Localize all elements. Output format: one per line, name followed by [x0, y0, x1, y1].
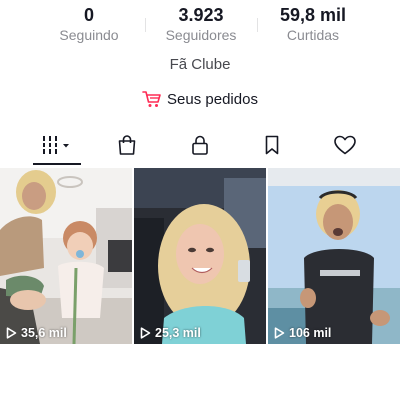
play-icon: [274, 327, 285, 339]
followers-label: Seguidores: [165, 27, 237, 43]
orders-label: Seus pedidos: [167, 90, 258, 108]
video-thumbnail[interactable]: 25,3 mil: [134, 168, 266, 344]
lock-icon: [189, 134, 211, 156]
video-thumbnail[interactable]: 35,6 mil: [0, 168, 132, 344]
tab-saved[interactable]: [242, 126, 302, 164]
likes-stat[interactable]: 59,8 mil Curtidas: [258, 4, 368, 44]
tab-liked[interactable]: [315, 126, 375, 164]
video-grid: 35,6 mil 25,3 mil 106 mil: [0, 168, 400, 344]
view-count: 35,6 mil: [6, 326, 67, 340]
heart-icon: [333, 134, 357, 156]
profile-stats: 0 Seguindo 3.923 Seguidores 59,8 mil Cur…: [0, 4, 400, 44]
view-count-label: 106 mil: [289, 326, 332, 340]
likes-count: 59,8 mil: [279, 5, 347, 25]
likes-label: Curtidas: [286, 27, 340, 43]
tab-shop[interactable]: [97, 126, 157, 164]
grid-icon: [39, 134, 75, 156]
tab-private[interactable]: [170, 126, 230, 164]
fan-club-link[interactable]: Fã Clube: [0, 56, 400, 73]
tab-videos[interactable]: [27, 126, 87, 164]
following-label: Seguindo: [59, 27, 119, 43]
shopping-bag-icon: [116, 134, 138, 156]
active-tab-indicator: [33, 163, 81, 165]
view-count-label: 35,6 mil: [21, 326, 67, 340]
view-count: 25,3 mil: [140, 326, 201, 340]
play-icon: [6, 327, 17, 339]
followers-count: 3.923: [178, 5, 224, 25]
cart-icon: [142, 90, 162, 108]
profile-tabs: [0, 126, 400, 166]
following-count: 0: [83, 5, 94, 25]
view-count: 106 mil: [274, 326, 331, 340]
video-thumbnail-image: [0, 168, 132, 344]
orders-button[interactable]: Seus pedidos: [0, 90, 400, 108]
video-thumbnail-image: [134, 168, 266, 344]
video-thumbnail-image: [268, 168, 400, 344]
play-icon: [140, 327, 151, 339]
bookmark-icon: [261, 134, 283, 156]
view-count-label: 25,3 mil: [155, 326, 201, 340]
followers-stat[interactable]: 3.923 Seguidores: [146, 4, 256, 44]
following-stat[interactable]: 0 Seguindo: [34, 4, 144, 44]
video-thumbnail[interactable]: 106 mil: [268, 168, 400, 344]
